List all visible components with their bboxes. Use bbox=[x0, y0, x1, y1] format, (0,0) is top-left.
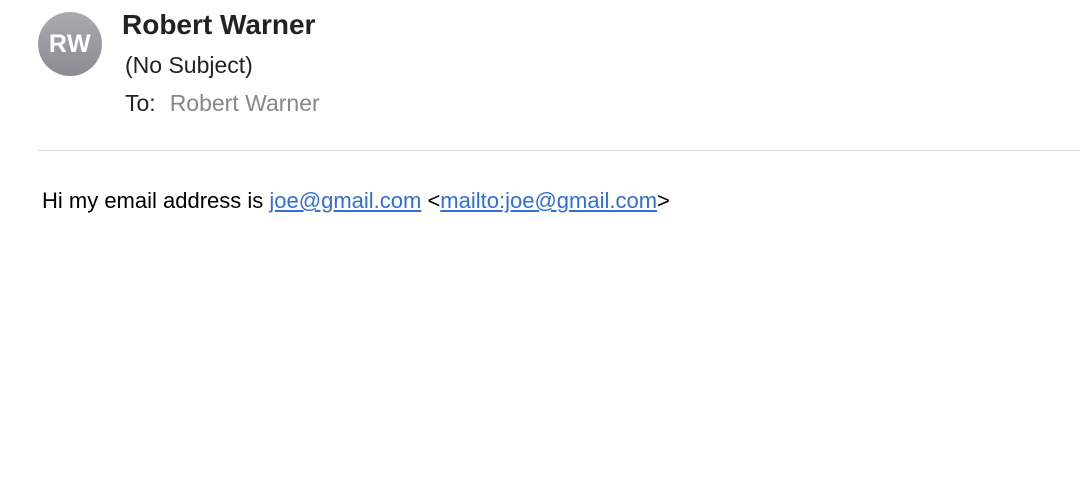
message-header: RW Robert Warner (No Subject) To: Robert … bbox=[0, 0, 1080, 151]
body-intro-text: Hi my email address is bbox=[42, 188, 270, 213]
body-close-bracket: > bbox=[657, 188, 670, 213]
recipient-row: To: Robert Warner bbox=[125, 90, 320, 117]
message-body: Hi my email address is joe@gmail.com <ma… bbox=[42, 188, 670, 214]
message-subject: (No Subject) bbox=[125, 52, 253, 78]
recipient-name[interactable]: Robert Warner bbox=[170, 90, 320, 116]
avatar-initials: RW bbox=[48, 29, 92, 58]
email-link[interactable]: joe@gmail.com bbox=[269, 188, 421, 213]
body-open-bracket: < bbox=[421, 188, 441, 213]
mailto-link[interactable]: mailto:joe@gmail.com bbox=[440, 188, 657, 213]
header-divider bbox=[38, 150, 1080, 151]
sender-avatar[interactable]: RW bbox=[38, 12, 102, 76]
sender-name[interactable]: Robert Warner bbox=[122, 9, 315, 41]
to-label: To: bbox=[125, 90, 156, 116]
